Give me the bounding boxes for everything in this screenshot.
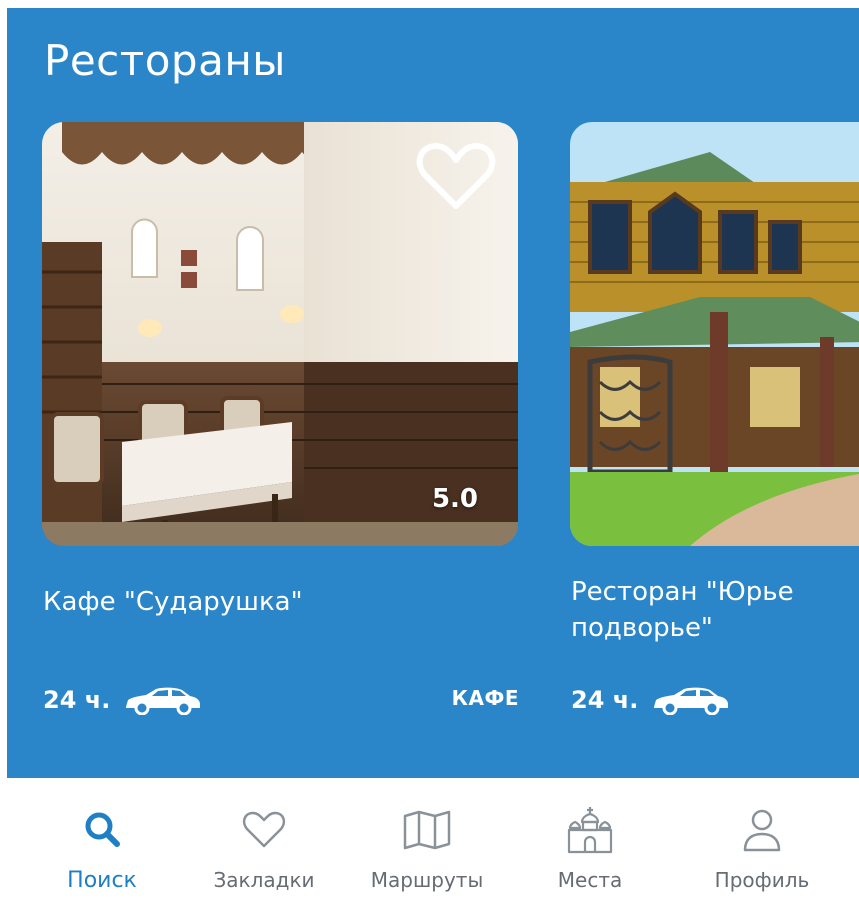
nav-label: Профиль bbox=[714, 868, 810, 892]
nav-item-places[interactable]: Места bbox=[515, 807, 665, 898]
nav-label: Закладки bbox=[213, 868, 315, 892]
restaurants-section: Рестораны 5.0 Кафе "Сударушка" 24 ч. КАФ… bbox=[7, 8, 859, 778]
car-icon bbox=[654, 687, 729, 715]
restaurant-card[interactable]: 5.0 Кафе "Сударушка" 24 ч. КАФЕ bbox=[42, 122, 518, 715]
heart-icon bbox=[242, 811, 286, 848]
card-meta: 24 ч. КАФЕ bbox=[43, 680, 519, 720]
rating-badge: 5.0 bbox=[431, 484, 478, 514]
nav-item-search[interactable]: Поиск bbox=[27, 808, 177, 898]
nav-label: Поиск bbox=[67, 868, 137, 893]
bottom-navigation: Поиск Закладки Маршруты Места Профиль bbox=[7, 778, 859, 900]
nav-label: Места bbox=[557, 868, 623, 892]
favorite-button[interactable] bbox=[416, 142, 496, 212]
map-icon bbox=[403, 810, 451, 850]
restaurant-card[interactable]: Ресторан "Юрье подворье" 24 ч. bbox=[570, 122, 859, 715]
restaurant-name[interactable]: Кафе "Сударушка" bbox=[43, 584, 543, 620]
restaurant-photo[interactable]: 5.0 bbox=[42, 122, 518, 546]
restaurant-name-text: Ресторан "Юрье подворье" bbox=[571, 577, 794, 643]
restaurant-photo[interactable] bbox=[570, 122, 859, 546]
app-screen: Рестораны 5.0 Кафе "Сударушка" 24 ч. КАФ… bbox=[0, 0, 859, 900]
hours-label: 24 ч. bbox=[43, 686, 111, 714]
nav-item-profile[interactable]: Профиль bbox=[687, 808, 837, 898]
card-meta: 24 ч. bbox=[571, 680, 859, 720]
church-icon bbox=[567, 807, 613, 854]
restaurant-name[interactable]: Ресторан "Юрье подворье" bbox=[571, 574, 859, 646]
restaurant-exterior-image bbox=[570, 122, 859, 546]
search-icon bbox=[85, 812, 120, 847]
nav-item-bookmarks[interactable]: Закладки bbox=[189, 808, 339, 898]
heart-outline-icon bbox=[416, 143, 496, 209]
left-edge bbox=[0, 0, 7, 900]
car-icon bbox=[126, 687, 201, 715]
category-label: КАФЕ bbox=[451, 686, 519, 710]
user-icon bbox=[743, 809, 781, 852]
nav-item-routes[interactable]: Маршруты bbox=[352, 808, 502, 898]
hours-label: 24 ч. bbox=[571, 686, 639, 714]
nav-label: Маршруты bbox=[370, 868, 484, 892]
section-title: Рестораны bbox=[44, 36, 286, 85]
